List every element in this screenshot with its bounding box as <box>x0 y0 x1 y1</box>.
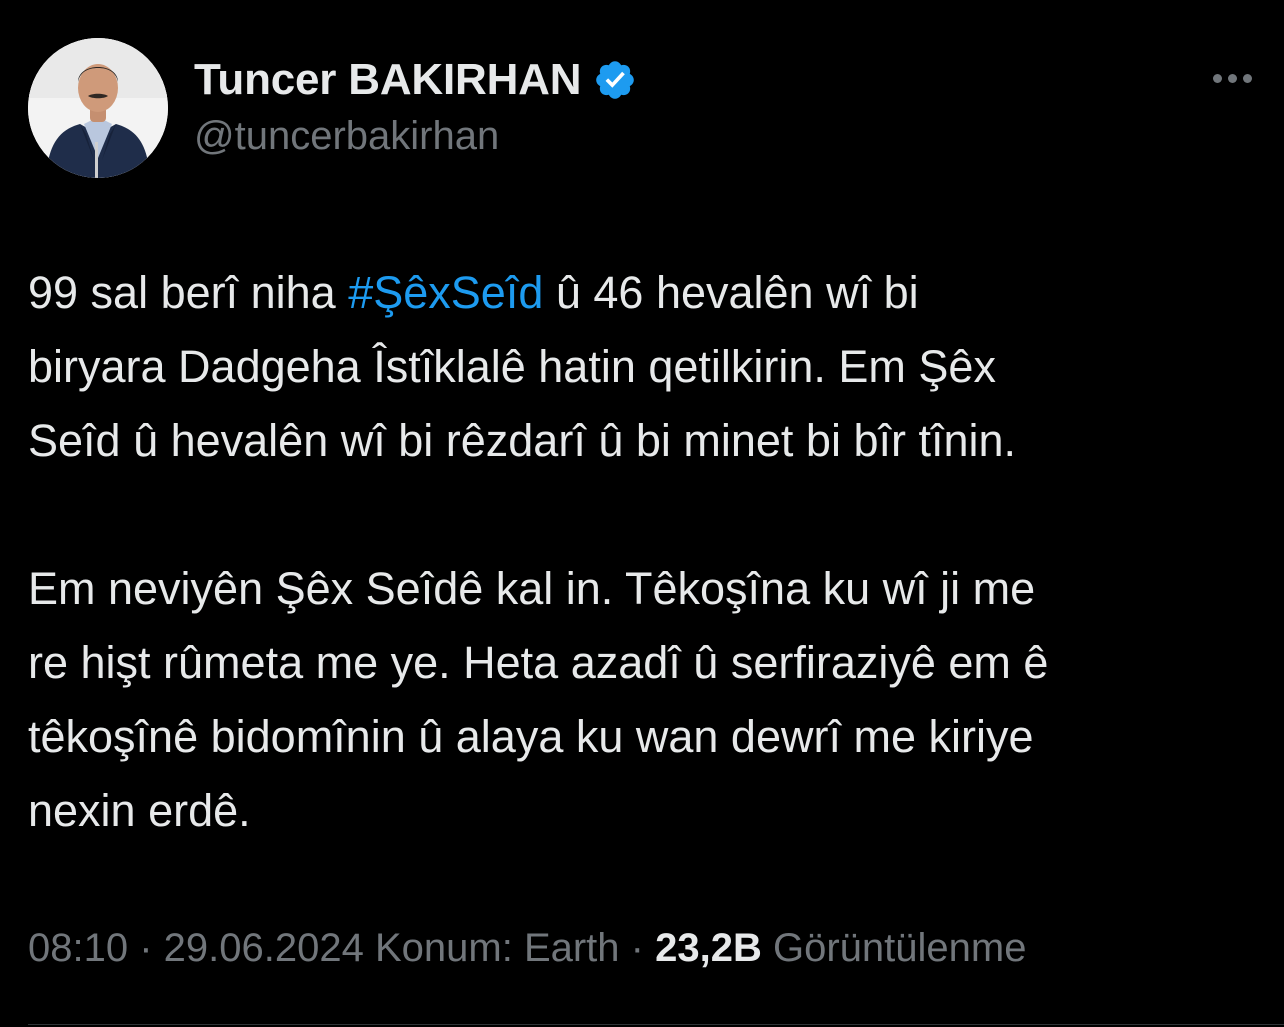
author-handle[interactable]: @tuncerbakirhan <box>194 114 499 159</box>
tweet-date[interactable]: 29.06.2024 <box>164 926 364 970</box>
more-horizontal-icon-dot <box>1227 73 1237 83</box>
views-count[interactable]: 23,2B <box>655 926 762 970</box>
meta-separator: · <box>128 926 164 970</box>
tweet-text-segment: 99 sal berî niha <box>28 267 349 318</box>
more-horizontal-icon <box>1212 73 1222 83</box>
tweet-line: nexin erdê. <box>28 785 251 836</box>
tweet-meta: 08:10 · 29.06.2024 Konum: Earth · 23,2B … <box>28 920 1026 976</box>
tweet-location: Konum: Earth <box>363 926 620 970</box>
tweet-line: biryara Dadgeha Îstîklalê hatin qetilkir… <box>28 341 996 392</box>
tweet-line: 99 sal berî niha #ŞêxSeîd û 46 hevalên w… <box>28 256 1268 330</box>
display-name[interactable]: Tuncer BAKIRHAN <box>194 55 582 105</box>
meta-separator: · <box>619 926 656 970</box>
views-label: Görüntülenme <box>761 926 1027 970</box>
tweet-text-segment: û 46 hevalên wî bi <box>543 267 919 318</box>
avatar[interactable] <box>28 38 168 178</box>
tweet-line: têkoşînê bidomînin û alaya ku wan dewrî … <box>28 711 1034 762</box>
tweet-time[interactable]: 08:10 <box>28 926 128 970</box>
tweet-line: Seîd û hevalên wî bi rêzdarî û bi minet … <box>28 415 1017 466</box>
divider <box>28 1024 1284 1025</box>
tweet-text: 99 sal berî niha #ŞêxSeîd û 46 hevalên w… <box>28 256 1268 848</box>
hashtag-link[interactable]: #ŞêxSeîd <box>348 267 543 318</box>
more-options-button[interactable] <box>1204 62 1260 94</box>
profile-photo <box>28 38 168 178</box>
tweet-line: Em neviyên Şêx Seîdê kal in. Têkoşîna ku… <box>28 563 1036 614</box>
tweet-line: re hişt rûmeta me ye. Heta azadî û serfi… <box>28 637 1049 688</box>
verified-badge-icon <box>596 61 635 99</box>
author-name-row: Tuncer BAKIRHAN <box>194 52 637 108</box>
more-horizontal-icon-dot <box>1242 73 1252 83</box>
